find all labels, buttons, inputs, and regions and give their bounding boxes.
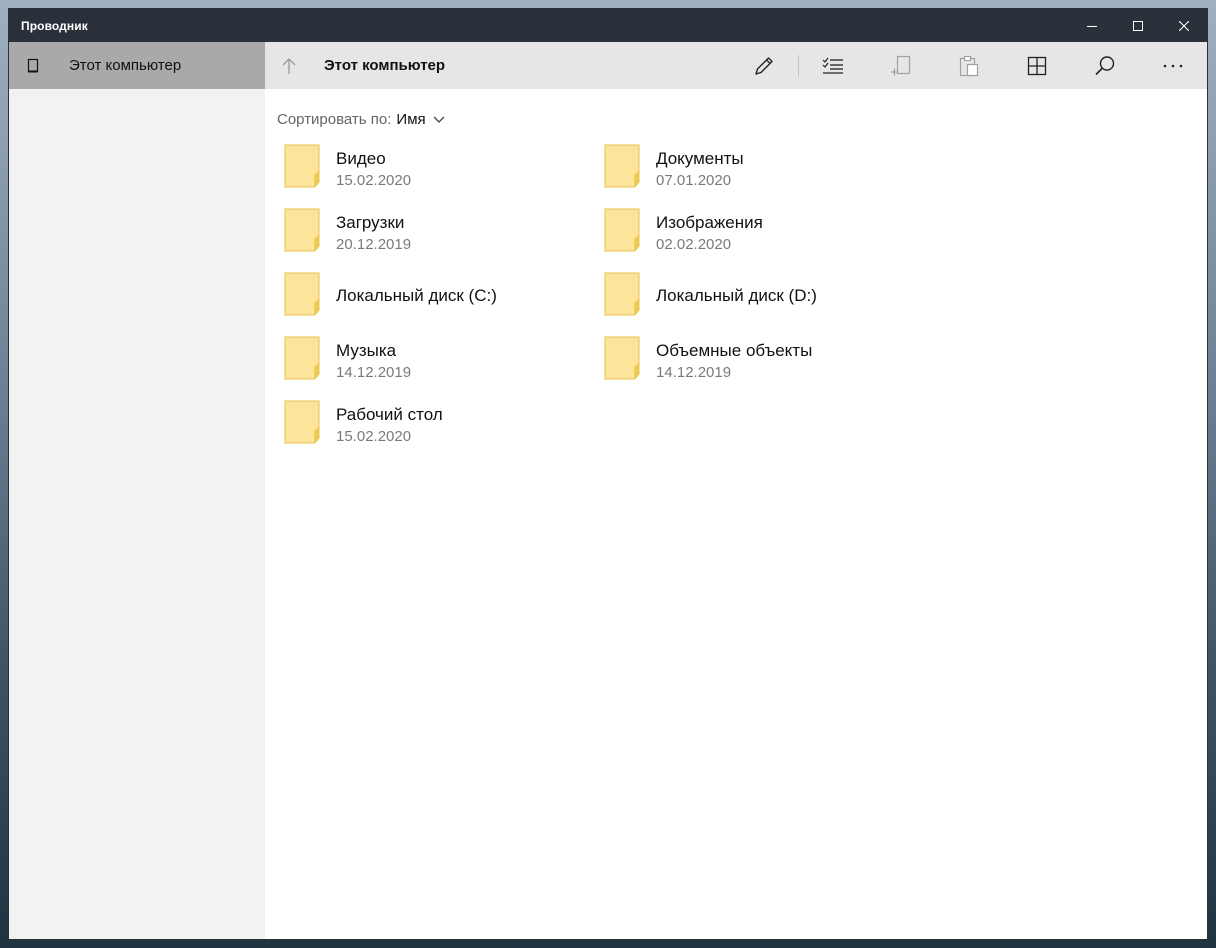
close-icon xyxy=(1179,20,1189,31)
maximize-icon xyxy=(1133,20,1143,31)
folder-icon xyxy=(277,141,327,197)
folder-icon xyxy=(597,141,647,197)
up-arrow-icon xyxy=(282,57,296,74)
sidebar: Этот компьютер xyxy=(9,42,265,939)
chevron-down-icon xyxy=(433,116,445,124)
paste-button[interactable] xyxy=(935,42,1003,89)
up-button[interactable] xyxy=(265,42,313,89)
folder-item-downloads[interactable]: Загрузки 20.12.2019 xyxy=(277,205,577,261)
item-name: Рабочий стол xyxy=(336,405,443,424)
item-name: Локальный диск (D:) xyxy=(656,286,817,305)
folder-item-pictures[interactable]: Изображения 02.02.2020 xyxy=(597,205,897,261)
folder-item-music[interactable]: Музыка 14.12.2019 xyxy=(277,333,577,389)
drive-item-c[interactable]: Локальный диск (C:) xyxy=(277,269,577,325)
more-ellipsis-icon xyxy=(1163,64,1183,67)
folder-icon xyxy=(277,205,327,261)
select-checklist-icon xyxy=(822,57,843,74)
title-bar[interactable]: Проводник xyxy=(9,9,1207,42)
folder-icon xyxy=(597,205,647,261)
search-button[interactable] xyxy=(1071,42,1139,89)
folder-icon xyxy=(277,333,327,389)
item-date: 14.12.2019 xyxy=(656,364,732,381)
item-date: 02.02.2020 xyxy=(656,236,732,253)
item-name: Локальный диск (C:) xyxy=(336,286,497,305)
sort-dropdown[interactable]: Сортировать по: Имя xyxy=(277,111,445,128)
minimize-icon xyxy=(1087,25,1097,27)
rename-button[interactable] xyxy=(730,42,798,89)
folder-item-3d-objects[interactable]: Объемные объекты 14.12.2019 xyxy=(597,333,897,389)
toolbar-actions xyxy=(730,42,1207,89)
item-name: Изображения xyxy=(656,213,763,232)
explorer-window: Проводник Этот компьютер Этот компьютер … xyxy=(8,8,1208,940)
item-date: 07.01.2020 xyxy=(656,172,732,189)
item-name: Документы xyxy=(656,149,744,168)
view-tiles-icon xyxy=(1027,56,1047,75)
folder-icon xyxy=(597,333,647,389)
folder-item-video[interactable]: Видео 15.02.2020 xyxy=(277,141,577,197)
item-name: Загрузки xyxy=(336,213,405,232)
item-name: Видео xyxy=(336,149,386,168)
window-controls xyxy=(1069,9,1207,42)
item-name: Музыка xyxy=(336,341,397,360)
new-folder-icon xyxy=(891,55,911,75)
item-date: 20.12.2019 xyxy=(336,236,412,253)
item-date: 14.12.2019 xyxy=(336,364,412,381)
toolbar: Этот компьютер xyxy=(265,42,1207,89)
window-content: Этот компьютер Этот компьютер Сортироват… xyxy=(9,42,1207,939)
minimize-button[interactable] xyxy=(1069,9,1115,42)
item-date: 15.02.2020 xyxy=(336,172,412,189)
folder-icon xyxy=(277,397,327,453)
main-pane: Этот компьютер Сортировать по: Имя Видео… xyxy=(265,42,1207,939)
folder-item-desktop[interactable]: Рабочий стол 15.02.2020 xyxy=(277,397,577,453)
sidebar-item-this-pc[interactable]: Этот компьютер xyxy=(9,42,265,89)
item-name: Объемные объекты xyxy=(656,341,813,360)
drive-item-d[interactable]: Локальный диск (D:) xyxy=(597,269,897,325)
select-button[interactable] xyxy=(799,42,867,89)
window-title: Проводник xyxy=(21,18,88,33)
sidebar-item-label: Этот компьютер xyxy=(69,57,182,74)
sort-value: Имя xyxy=(396,111,426,128)
sort-label: Сортировать по: xyxy=(277,111,392,128)
maximize-button[interactable] xyxy=(1115,9,1161,42)
item-date: 15.02.2020 xyxy=(336,428,412,445)
more-button[interactable] xyxy=(1139,42,1207,89)
location-title: Этот компьютер xyxy=(324,57,446,74)
view-toggle-button[interactable] xyxy=(1003,42,1071,89)
folder-icon xyxy=(597,269,647,325)
folder-item-documents[interactable]: Документы 07.01.2020 xyxy=(597,141,897,197)
computer-icon xyxy=(9,42,57,89)
search-icon xyxy=(1095,55,1115,75)
paste-clipboard-icon xyxy=(959,55,979,76)
new-folder-button[interactable] xyxy=(867,42,935,89)
rename-pencil-icon xyxy=(755,56,773,75)
folder-icon xyxy=(277,269,327,325)
close-button[interactable] xyxy=(1161,9,1207,42)
